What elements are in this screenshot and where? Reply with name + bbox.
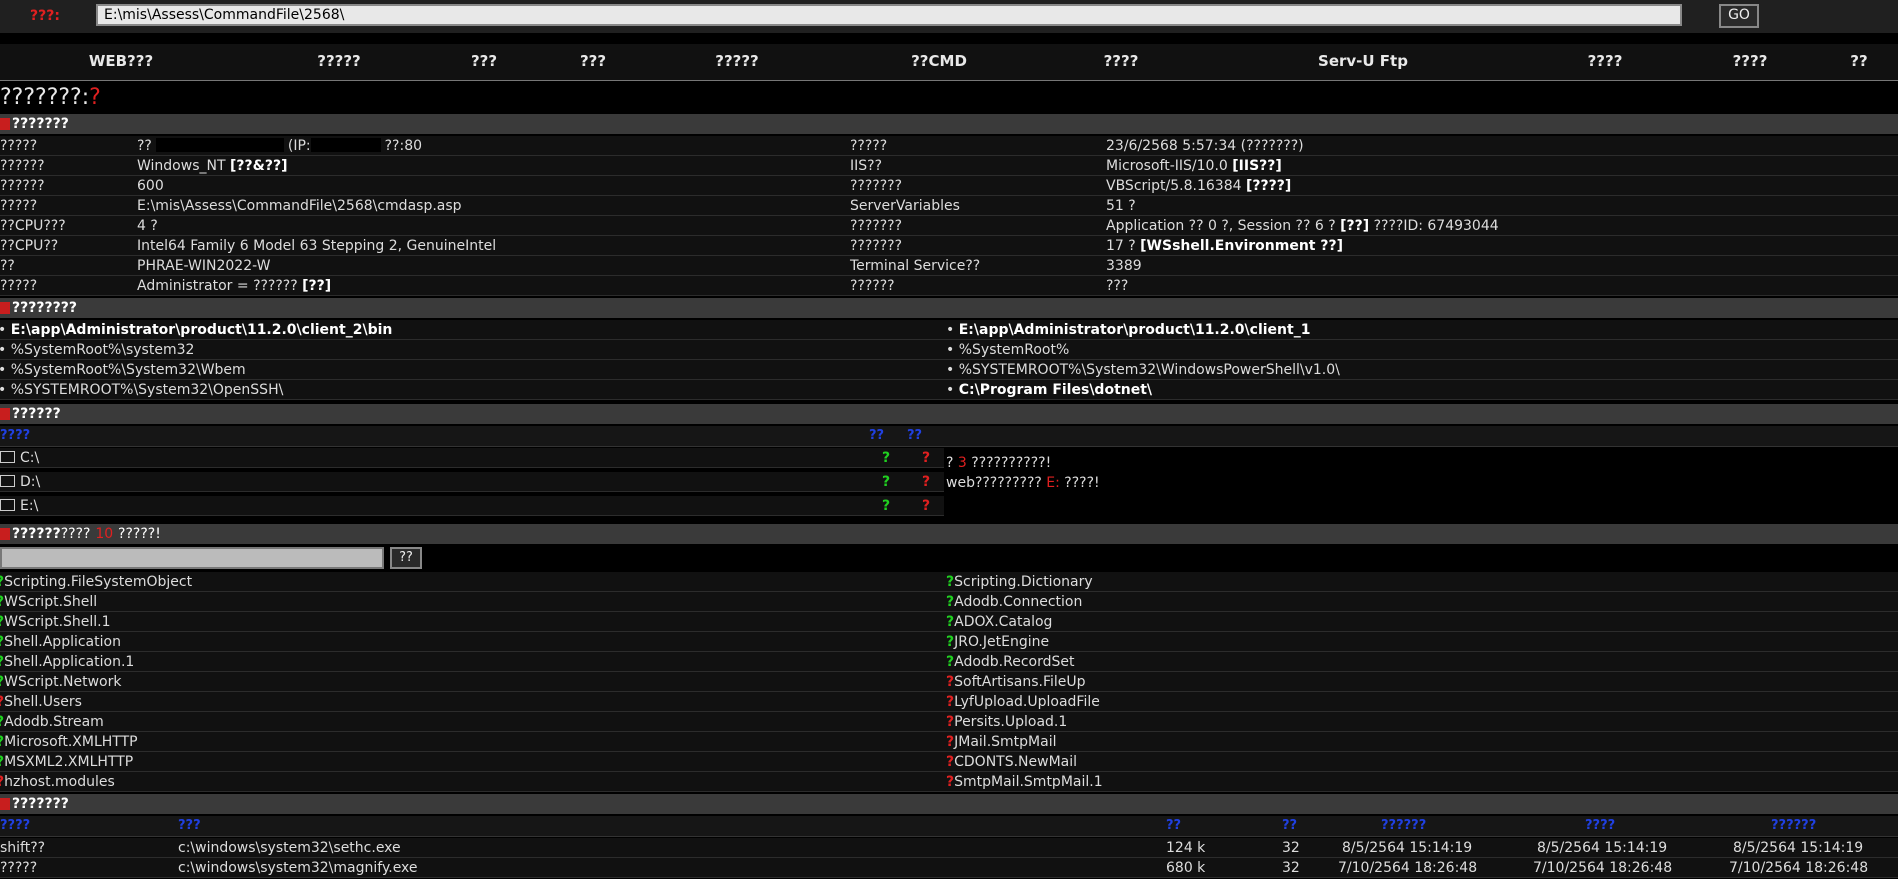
status-mark: ?: [946, 694, 955, 710]
component-row: ?Microsoft.XMLHTTP?JMail.SmtpMail: [0, 732, 1898, 752]
component-name: ADOX.Catalog: [954, 614, 1053, 630]
status-mark: ?: [946, 714, 955, 730]
status-mark: ?: [946, 754, 955, 770]
address-label: ???:: [30, 8, 60, 24]
component-name: Persits.Upload.1: [954, 714, 1068, 730]
info-row: ????? E:\mis\Assess\CommandFile\2568\cmd…: [0, 196, 1898, 216]
drive-row[interactable]: E:\ ? ?: [0, 496, 944, 516]
status-mark: ?: [946, 614, 955, 630]
component-name: MSXML2.XMLHTTP: [4, 754, 134, 770]
component-name: Adodb.RecordSet: [954, 654, 1075, 670]
section-icon: [0, 528, 10, 540]
component-name: Shell.Application.1: [4, 654, 135, 670]
section-files: ???????: [0, 794, 1898, 814]
drive-message: web????????? E: ????!: [946, 475, 1100, 491]
folder-icon: [0, 499, 15, 511]
section-icon: [0, 118, 10, 130]
files-header-row: ???? ??? ?? ?? ?????? ???? ??????: [0, 816, 1898, 837]
drive-row[interactable]: C:\ ? ?: [0, 448, 944, 468]
component-row: ?WScript.Shell?Adodb.Connection: [0, 592, 1898, 612]
section-components: ?????????? 10 ?????!: [0, 524, 1898, 544]
status-mark: ?: [946, 654, 955, 670]
component-name: JRO.JetEngine: [954, 634, 1050, 650]
nav-item-11[interactable]: ??: [1850, 52, 1867, 70]
component-name: Adodb.Connection: [954, 594, 1083, 610]
folder-icon: [0, 475, 15, 487]
path-row: • E:\app\Administrator\product\11.2.0\cl…: [0, 320, 1898, 340]
component-name: LyfUpload.UploadFile: [954, 694, 1100, 710]
status-mark: ?: [946, 594, 955, 610]
nav-item-4[interactable]: ???: [580, 52, 606, 70]
nav-item-7[interactable]: ????: [1104, 52, 1139, 70]
component-row: ?Shell.Application.1?Adodb.RecordSet: [0, 652, 1898, 672]
component-name: SmtpMail.SmtpMail.1: [954, 774, 1103, 790]
go-button[interactable]: GO: [1719, 4, 1759, 28]
component-name: hzhost.modules: [4, 774, 115, 790]
section-paths: ????????: [0, 298, 1898, 318]
info-row: ??CPU?? Intel64 Family 6 Model 63 Steppi…: [0, 236, 1898, 256]
path-row: • %SYSTEMROOT%\System32\OpenSSH\ • C:\Pr…: [0, 380, 1898, 400]
status-mark: ?: [946, 734, 955, 750]
nav-item-web[interactable]: WEB???: [89, 52, 153, 70]
info-row: ?????? Windows_NT [??&??] IIS?? Microsof…: [0, 156, 1898, 176]
page-title: ???????:?: [0, 84, 1898, 112]
component-name: CDONTS.NewMail: [954, 754, 1078, 770]
info-row: ????? ?? (IP: ??:80 ????? 23/6/2568 5:57:3…: [0, 136, 1898, 156]
component-name: Scripting.FileSystemObject: [4, 574, 193, 590]
info-row: ?????? 600 ??????? VBScript/5.8.16384 [?…: [0, 176, 1898, 196]
status-mark: ?: [946, 674, 955, 690]
drive-row[interactable]: D:\ ? ?: [0, 472, 944, 492]
component-name: Shell.Users: [4, 694, 82, 710]
nav-item-9[interactable]: ????: [1588, 52, 1623, 70]
component-row: ?Adodb.Stream?Persits.Upload.1: [0, 712, 1898, 732]
status-mark: ?: [946, 574, 955, 590]
nav-item-3[interactable]: ???: [471, 52, 497, 70]
component-row: ?hzhost.modules?SmtpMail.SmtpMail.1: [0, 772, 1898, 792]
section-drives: ??????: [0, 404, 1898, 424]
info-row: ?? PHRAE-WIN2022-W Terminal Service?? 33…: [0, 256, 1898, 276]
component-search-input[interactable]: [0, 547, 384, 569]
component-row: ?Shell.Users?LyfUpload.UploadFile: [0, 692, 1898, 712]
component-row: ?WScript.Network?SoftArtisans.FileUp: [0, 672, 1898, 692]
redacted-block: [155, 138, 284, 152]
section-icon: [0, 302, 10, 314]
component-name: SoftArtisans.FileUp: [954, 674, 1086, 690]
info-row: ??CPU??? 4 ? ??????? Application ?? 0 ?,…: [0, 216, 1898, 236]
component-name: Scripting.Dictionary: [954, 574, 1093, 590]
folder-icon: [0, 451, 15, 463]
path-row: • %SystemRoot%\system32 • %SystemRoot%: [0, 340, 1898, 360]
address-input[interactable]: [96, 4, 1682, 26]
section-icon: [0, 408, 10, 420]
component-row: ?Scripting.FileSystemObject?Scripting.Di…: [0, 572, 1898, 592]
component-name: Shell.Application: [4, 634, 121, 650]
nav-item-cmd[interactable]: ??CMD: [911, 52, 967, 70]
redacted-block: [310, 138, 381, 152]
component-search-button[interactable]: ??: [390, 547, 422, 569]
component-name: JMail.SmtpMail: [954, 734, 1057, 750]
status-mark: ?: [946, 634, 955, 650]
file-row[interactable]: shift?? c:\windows\system32\sethc.exe 12…: [0, 838, 1898, 858]
section-server-info: ???????: [0, 114, 1898, 134]
drives-header-row: ???? ?? ??: [0, 426, 1898, 447]
top-nav: WEB??? ????? ??? ??? ????? ??CMD ???? Se…: [0, 44, 1898, 81]
component-name: Adodb.Stream: [4, 714, 104, 730]
component-name: WScript.Shell.1: [4, 614, 111, 630]
path-row: • %SystemRoot%\System32\Wbem • %SYSTEMRO…: [0, 360, 1898, 380]
address-bar: ???: GO: [0, 0, 1898, 33]
component-name: Microsoft.XMLHTTP: [4, 734, 138, 750]
component-row: ?MSXML2.XMLHTTP?CDONTS.NewMail: [0, 752, 1898, 772]
component-row: ?WScript.Shell.1?ADOX.Catalog: [0, 612, 1898, 632]
file-row[interactable]: ????? c:\windows\system32\magnify.exe 68…: [0, 858, 1898, 878]
drive-message: ? 3 ??????????!: [946, 455, 1052, 471]
nav-item-5[interactable]: ?????: [715, 52, 759, 70]
section-icon: [0, 798, 10, 810]
nav-item-10[interactable]: ????: [1733, 52, 1768, 70]
nav-item-2[interactable]: ?????: [317, 52, 361, 70]
component-name: WScript.Network: [4, 674, 122, 690]
nav-item-servu[interactable]: Serv-U Ftp: [1318, 52, 1408, 70]
component-row: ?Shell.Application?JRO.JetEngine: [0, 632, 1898, 652]
status-mark: ?: [946, 774, 955, 790]
component-name: WScript.Shell: [4, 594, 98, 610]
info-row: ????? Administrator = ?????? [??] ??????…: [0, 276, 1898, 296]
